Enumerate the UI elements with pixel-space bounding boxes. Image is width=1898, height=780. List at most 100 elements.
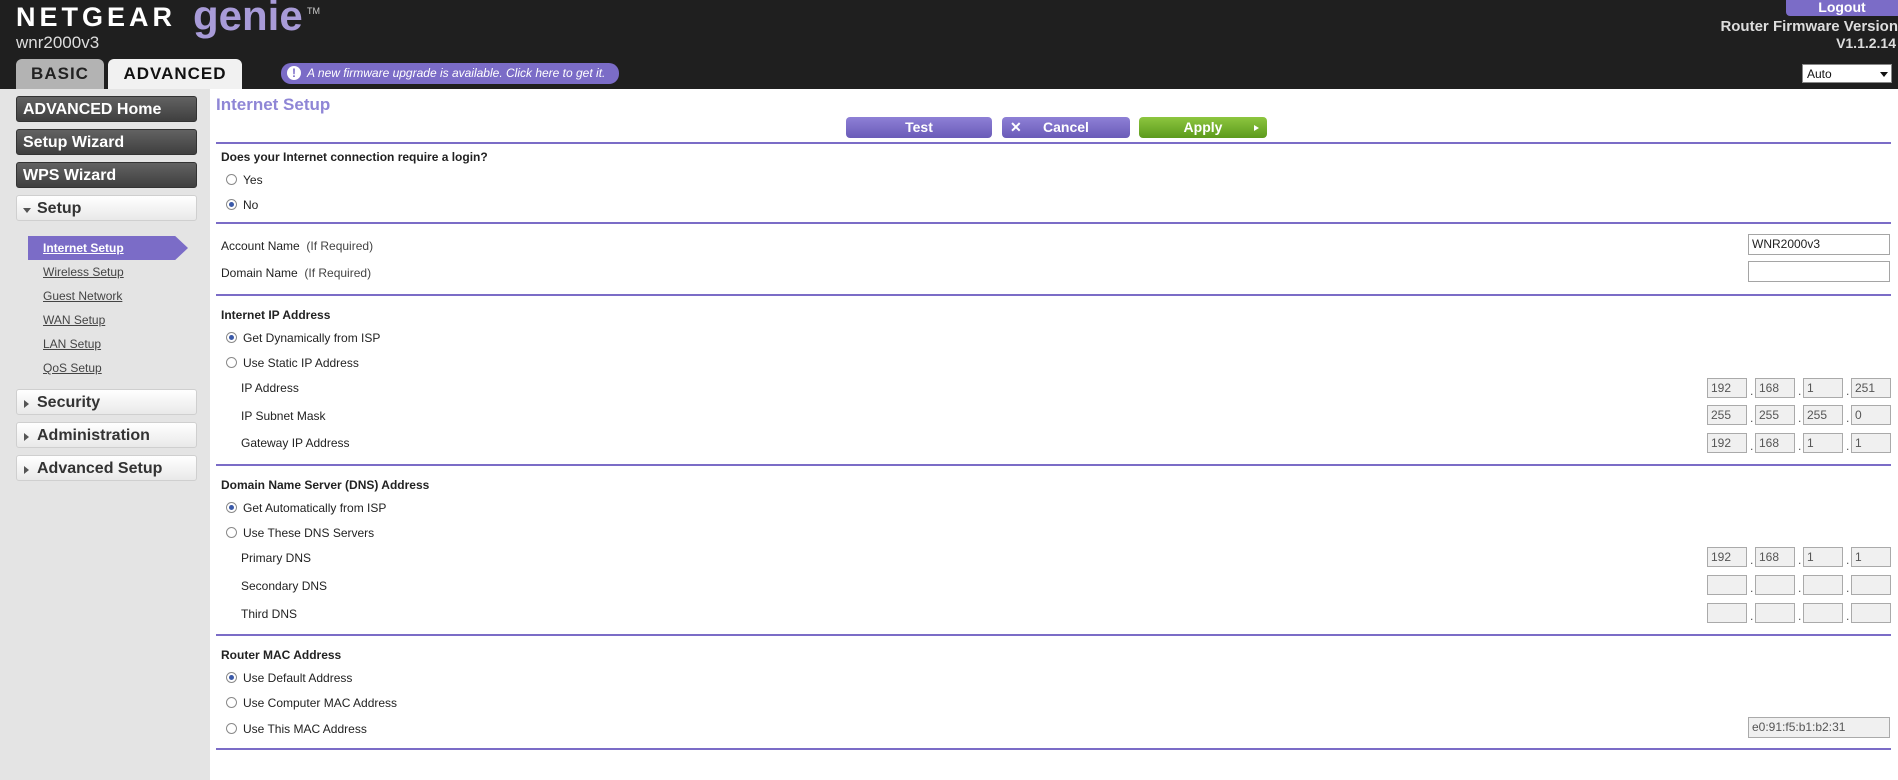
subnet-mask-octet-3[interactable]: 255 [1803, 405, 1843, 425]
mac-address-input[interactable]: e0:91:f5:b1:b2:31 [1748, 717, 1890, 738]
close-icon: ✕ [1010, 119, 1022, 135]
sidebar-setup-wizard[interactable]: Setup Wizard [16, 129, 197, 155]
chevron-down-icon [1880, 72, 1888, 77]
firmware-upgrade-notice[interactable]: ! A new firmware upgrade is available. Cl… [281, 63, 619, 84]
divider [216, 294, 1891, 296]
tab-basic[interactable]: BASIC [16, 59, 104, 89]
dns-auto-radio[interactable] [226, 502, 237, 513]
gateway-ip-octet-2[interactable]: 168 [1755, 433, 1795, 453]
mac-default-label: Use Default Address [243, 671, 353, 685]
sidebar: ADVANCED Home Setup Wizard WPS Wizard Se… [0, 89, 210, 780]
language-select-value: Auto [1807, 67, 1832, 81]
octet-separator: . [1846, 411, 1850, 425]
dns-manual-radio[interactable] [226, 527, 237, 538]
logout-button[interactable]: Logout [1786, 0, 1898, 16]
apply-button-label: Apply [1183, 119, 1223, 135]
sidebar-item-lan-setup[interactable]: LAN Setup [43, 337, 101, 351]
gateway-ip-label: Gateway IP Address [241, 436, 350, 450]
secondary-dns-octet-2[interactable] [1755, 575, 1795, 595]
chevron-down-icon [23, 208, 31, 213]
ip-address-octet-4[interactable]: 251 [1851, 378, 1891, 398]
sidebar-wps-wizard[interactable]: WPS Wizard [16, 162, 197, 188]
language-select[interactable]: Auto [1802, 64, 1892, 83]
gateway-ip-octet-1[interactable]: 192 [1707, 433, 1747, 453]
domain-name-input[interactable] [1748, 261, 1890, 282]
octet-separator: . [1798, 439, 1802, 453]
octet-separator: . [1798, 581, 1802, 595]
subnet-mask-label: IP Subnet Mask [241, 409, 326, 423]
sidebar-section-administration[interactable]: Administration [16, 422, 197, 448]
dns-heading: Domain Name Server (DNS) Address [221, 478, 430, 492]
sidebar-item-guest-network[interactable]: Guest Network [43, 289, 122, 303]
third-dns-octet-2[interactable] [1755, 603, 1795, 623]
mac-computer-radio[interactable] [226, 697, 237, 708]
sidebar-section-label: Advanced Setup [37, 460, 163, 477]
sidebar-section-security[interactable]: Security [16, 389, 197, 415]
cancel-button[interactable]: ✕ Cancel [1002, 117, 1130, 138]
login-question: Does your Internet connection require a … [221, 150, 488, 164]
ip-dynamic-radio[interactable] [226, 332, 237, 343]
ip-address-octet-2[interactable]: 168 [1755, 378, 1795, 398]
ip-address-octet-3[interactable]: 1 [1803, 378, 1843, 398]
octet-separator: . [1846, 581, 1850, 595]
sidebar-item-wireless-setup[interactable]: Wireless Setup [43, 265, 124, 279]
sidebar-item-wan-setup[interactable]: WAN Setup [43, 313, 105, 327]
sidebar-section-setup[interactable]: Setup [16, 195, 197, 221]
primary-dns-octet-4[interactable]: 1 [1851, 547, 1891, 567]
apply-button[interactable]: Apply [1139, 117, 1267, 138]
primary-dns-octet-1[interactable]: 192 [1707, 547, 1747, 567]
sidebar-item-label: Internet Setup [43, 241, 124, 255]
secondary-dns-octet-4[interactable] [1851, 575, 1891, 595]
domain-name-text: Domain Name [221, 266, 298, 280]
header: NETGEAR genie TM wnr2000v3 Logout Router… [0, 0, 1898, 89]
secondary-dns-octet-3[interactable] [1803, 575, 1843, 595]
tab-advanced[interactable]: ADVANCED [108, 59, 242, 89]
primary-dns-octet-3[interactable]: 1 [1803, 547, 1843, 567]
if-required-hint: (If Required) [306, 239, 374, 253]
sidebar-section-label: Administration [37, 427, 150, 444]
chevron-right-icon [24, 433, 29, 441]
if-required-hint: (If Required) [304, 266, 372, 280]
subnet-mask-octet-2[interactable]: 255 [1755, 405, 1795, 425]
trademark-mark: TM [307, 6, 320, 16]
octet-separator: . [1798, 553, 1802, 567]
divider [216, 634, 1891, 636]
subnet-mask-octet-4[interactable]: 0 [1851, 405, 1891, 425]
primary-dns-octet-2[interactable]: 168 [1755, 547, 1795, 567]
sidebar-item-internet-setup[interactable]: Internet Setup [28, 236, 188, 260]
login-yes-label: Yes [243, 173, 263, 187]
firmware-version-value: V1.1.2.14 [1836, 35, 1896, 51]
ip-dynamic-label: Get Dynamically from ISP [243, 331, 381, 345]
mac-custom-radio[interactable] [226, 723, 237, 734]
gateway-ip-octet-3[interactable]: 1 [1803, 433, 1843, 453]
netgear-logo: NETGEAR [16, 2, 177, 32]
octet-separator: . [1846, 439, 1850, 453]
test-button[interactable]: Test [846, 117, 992, 138]
sidebar-advanced-home[interactable]: ADVANCED Home [16, 96, 197, 122]
ip-address-octet-1[interactable]: 192 [1707, 378, 1747, 398]
login-no-label: No [243, 198, 259, 212]
octet-separator: . [1750, 384, 1754, 398]
secondary-dns-octet-1[interactable] [1707, 575, 1747, 595]
third-dns-octet-3[interactable] [1803, 603, 1843, 623]
alert-icon: ! [287, 66, 301, 80]
sidebar-section-advanced-setup[interactable]: Advanced Setup [16, 455, 197, 481]
divider [216, 222, 1891, 224]
mac-default-radio[interactable] [226, 672, 237, 683]
sidebar-item-qos-setup[interactable]: QoS Setup [43, 361, 102, 375]
third-dns-octet-4[interactable] [1851, 603, 1891, 623]
gateway-ip-octet-4[interactable]: 1 [1851, 433, 1891, 453]
account-name-input[interactable]: WNR2000v3 [1748, 234, 1890, 255]
ip-static-label: Use Static IP Address [243, 356, 359, 370]
octet-separator: . [1750, 553, 1754, 567]
mac-computer-label: Use Computer MAC Address [243, 696, 398, 710]
login-no-radio[interactable] [226, 199, 237, 210]
subnet-mask-octet-1[interactable]: 255 [1707, 405, 1747, 425]
divider [216, 464, 1891, 466]
sidebar-section-label: Security [37, 394, 101, 411]
ip-static-radio[interactable] [226, 357, 237, 368]
third-dns-octet-1[interactable] [1707, 603, 1747, 623]
login-yes-radio[interactable] [226, 174, 237, 185]
internet-ip-heading: Internet IP Address [221, 308, 331, 322]
third-dns-label: Third DNS [241, 607, 298, 621]
